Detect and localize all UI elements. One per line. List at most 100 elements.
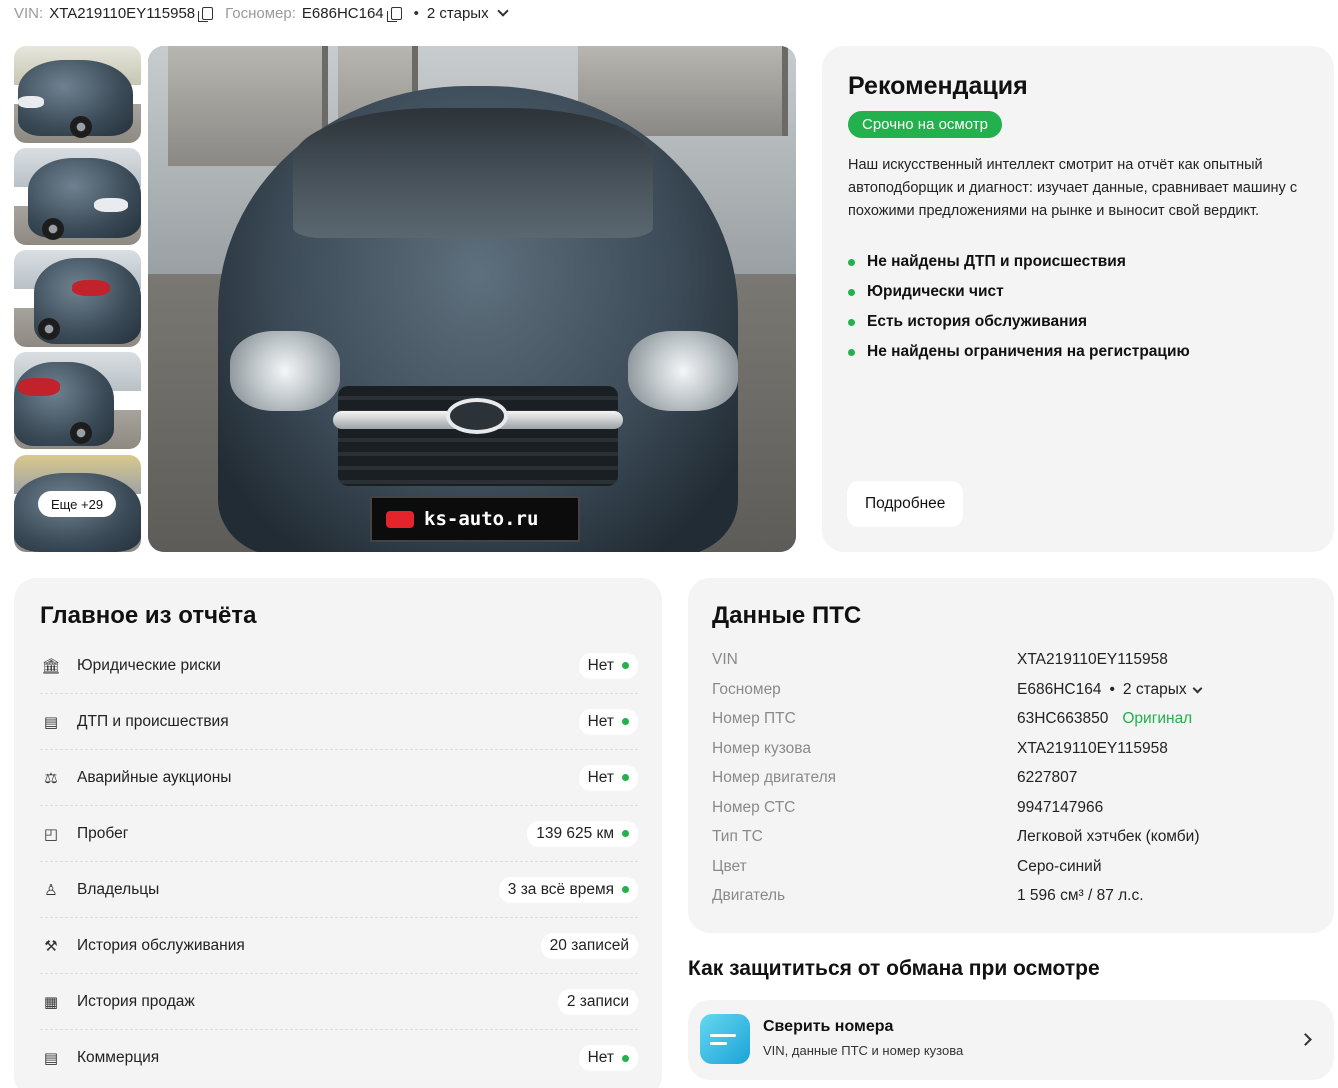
protect-section-title: Как защититься от обмана при осмотре	[688, 957, 1100, 980]
thumb-taillight	[18, 378, 60, 396]
row-label: История продаж	[77, 992, 195, 1010]
pts-row-engine: Двигатель 1 596 см³ / 87 л.с.	[712, 882, 1312, 910]
summary-row-commercial[interactable]: ▤ Коммерция Нет	[40, 1030, 638, 1086]
pts-label: Госномер	[712, 681, 781, 698]
bank-icon: 🏛	[41, 657, 61, 675]
separator-dot: •	[413, 4, 419, 22]
green-dot-icon	[622, 774, 629, 781]
copy-plate-icon[interactable]	[386, 6, 402, 22]
pts-value: Легковой хэтчбек (комби)	[1017, 828, 1200, 845]
details-button[interactable]: Подробнее	[847, 481, 964, 527]
point-text: Не найдены ограничения на регистрацию	[867, 343, 1190, 360]
pts-value-text: Е686НС164	[1017, 681, 1102, 698]
gallery-thumbnail-3[interactable]	[14, 250, 141, 347]
document-check-icon	[700, 1014, 750, 1064]
row-value: 2 записи	[557, 988, 638, 1015]
old-plates-link[interactable]: 2 старых	[1123, 681, 1187, 699]
summary-title: Главное из отчёта	[40, 602, 257, 629]
chevron-down-icon[interactable]	[496, 4, 509, 17]
row-value: Нет	[578, 1045, 638, 1071]
auction-icon: ⚖	[44, 769, 58, 787]
point-text: Юридически чист	[867, 283, 1004, 300]
point-text: Есть история обслуживания	[867, 313, 1088, 330]
thumb-wheel	[70, 422, 92, 444]
gallery-thumbnail-2[interactable]	[14, 148, 141, 245]
row-value: 3 за всё время	[498, 876, 638, 903]
summary-row-accidents[interactable]: ▤ ДТП и происшествия Нет	[40, 694, 638, 750]
row-value: 20 записей	[540, 932, 638, 959]
chevron-down-icon[interactable]	[1192, 683, 1203, 693]
pts-data-card: Данные ПТС VIN XTA219110EY115958 Госноме…	[688, 578, 1334, 933]
row-value-text: Нет	[587, 768, 614, 786]
green-dot-icon	[622, 1054, 629, 1062]
vin-value: XTA219110EY115958	[49, 4, 196, 22]
pts-value: 9947147966	[1017, 799, 1104, 816]
thumb-headlight	[94, 198, 128, 212]
gallery-thumbnail-more[interactable]: Еще +29	[14, 455, 141, 552]
recommendation-point: Юридически чист	[848, 277, 1308, 307]
row-value-text: Нет	[587, 656, 614, 674]
thumb-car	[14, 362, 114, 446]
row-value: Нет	[578, 764, 638, 791]
thumb-taillight	[72, 280, 110, 296]
summary-row-owners[interactable]: ♙ Владельцы 3 за всё время	[40, 862, 638, 918]
verify-numbers-title: Сверить номера	[763, 1018, 894, 1035]
recommendation-description: Наш искусственный интеллект смотрит на о…	[848, 157, 1298, 219]
row-label: Пробег	[77, 824, 129, 842]
pts-label: Номер ПТС	[712, 710, 796, 727]
verify-numbers-card[interactable]: Сверить номера VIN, данные ПТС и номер к…	[688, 1000, 1334, 1080]
recommendation-title: Рекомендация	[848, 72, 1028, 100]
point-text: Не найдены ДТП и происшествия	[867, 253, 1126, 270]
pts-label: Номер двигателя	[712, 769, 837, 786]
summary-row-auctions[interactable]: ⚖ Аварийные аукционы Нет	[40, 750, 638, 806]
row-value: Нет	[578, 652, 638, 679]
receipt-icon: ▦	[43, 993, 59, 1011]
old-plates-toggle[interactable]: 2 старых	[427, 5, 489, 22]
pts-label: Двигатель	[712, 887, 786, 904]
watermark-text: ks-auto.ru	[424, 508, 539, 530]
thumb-wheel	[38, 318, 60, 340]
row-label: Коммерция	[77, 1049, 160, 1066]
recommendation-point: Не найдены ДТП и происшествия	[848, 247, 1308, 277]
person-icon: ♙	[44, 881, 58, 899]
gallery-thumbnail-4[interactable]	[14, 352, 141, 449]
pts-row-body-number: Номер кузова XTA219110EY115958	[712, 735, 1312, 763]
summary-row-mileage[interactable]: ◰ Пробег 139 625 км	[40, 806, 638, 862]
more-photos-pill[interactable]: Еще +29	[38, 491, 116, 517]
pts-label: Цвет	[712, 858, 747, 875]
separator-dot: •	[1109, 681, 1115, 698]
pts-value: Серо-синий	[1017, 858, 1102, 875]
pts-label: VIN	[712, 651, 738, 668]
row-value-text: Нет	[587, 712, 614, 730]
summary-row-legal-risks[interactable]: 🏛 Юридические риски Нет	[40, 638, 638, 694]
row-value-text: 20 записей	[549, 936, 629, 954]
row-value: 139 625 км	[527, 820, 638, 847]
pts-row-plate: Госномер Е686НС164 • 2 старых	[712, 676, 1312, 704]
row-value: Нет	[578, 708, 638, 735]
row-label: История обслуживания	[77, 936, 245, 954]
photo-headlight-right	[628, 331, 738, 411]
thumb-headlight	[18, 96, 44, 108]
main-car-photo[interactable]: ks-auto.ru	[148, 46, 796, 552]
summary-row-sales-history[interactable]: ▦ История продаж 2 записи	[40, 974, 638, 1030]
row-label: Владельцы	[77, 880, 160, 898]
row-value-text: 139 625 км	[536, 824, 614, 842]
green-dot-icon	[848, 318, 855, 326]
row-label: Аварийные аукционы	[77, 768, 232, 786]
green-dot-icon	[622, 830, 629, 837]
pts-value: XTA219110EY115958	[1017, 740, 1168, 757]
watermark-logo-icon	[386, 510, 414, 528]
gallery-thumbnail-1[interactable]	[14, 46, 141, 143]
green-dot-icon	[622, 886, 629, 893]
pts-value: 63НС663850 Оригинал	[1017, 710, 1192, 728]
pts-row-sts-number: Номер СТС 9947147966	[712, 794, 1312, 822]
green-dot-icon	[622, 718, 629, 725]
vin-label: VIN:	[14, 4, 44, 22]
summary-row-service-history[interactable]: ⚒ История обслуживания 20 записей	[40, 918, 638, 974]
thumb-wheel	[42, 218, 64, 240]
row-value-text: 2 записи	[566, 992, 629, 1010]
watermark-plate: ks-auto.ru	[370, 496, 580, 542]
green-dot-icon	[622, 662, 629, 669]
copy-vin-icon[interactable]	[198, 6, 214, 22]
photo-headlight-left	[230, 331, 340, 411]
